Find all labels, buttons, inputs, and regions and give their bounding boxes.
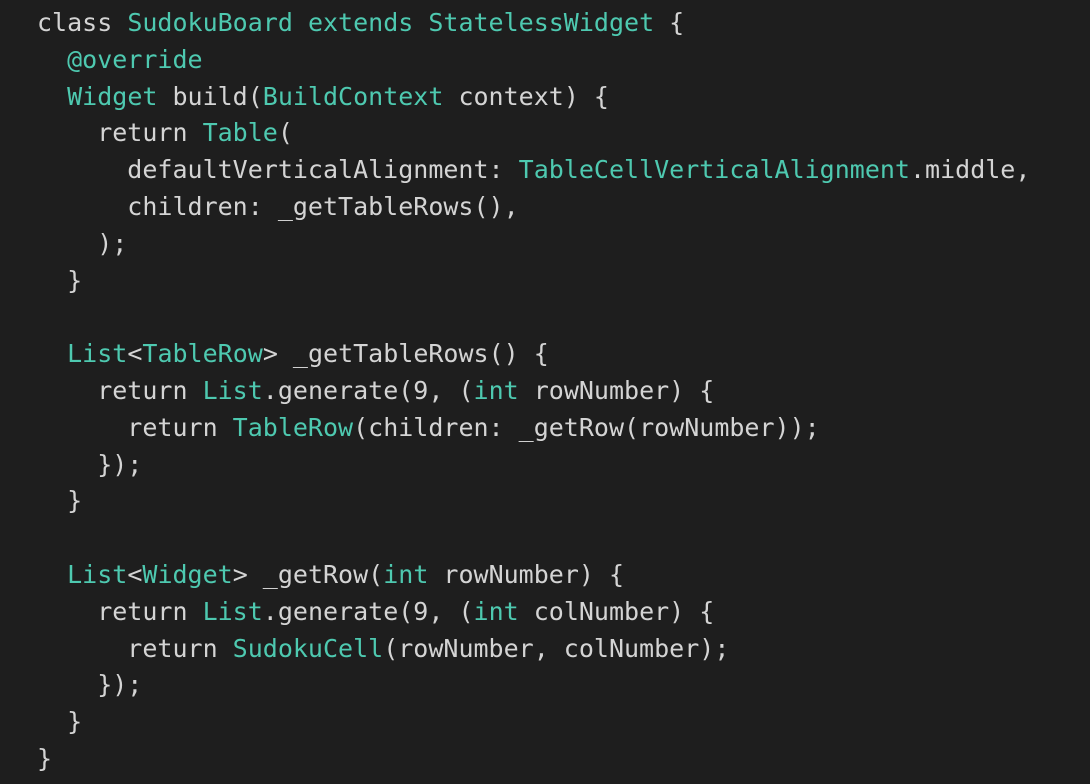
code-token: ( <box>277 118 293 148</box>
code-line: } <box>37 704 1090 741</box>
code-token: List <box>202 375 263 405</box>
code-token: return <box>37 633 233 663</box>
code-token: StatelessWidget <box>413 8 655 37</box>
code-token: return <box>37 375 203 405</box>
code-token: return <box>37 118 203 148</box>
code-token: List <box>202 596 263 626</box>
code-token: }); <box>37 449 143 479</box>
code-token: > _getRow( <box>232 559 384 589</box>
code-token: class <box>37 8 113 37</box>
code-token: { <box>654 8 685 37</box>
code-token: < <box>127 559 143 589</box>
code-token: rowNumber) { <box>428 559 625 589</box>
code-token: BuildContext <box>262 81 444 111</box>
code-token: > _getTableRows() { <box>262 339 549 369</box>
code-token: Table <box>202 118 278 148</box>
code-token: (children: _getRow(rowNumber)); <box>353 412 820 442</box>
code-token: }); <box>37 670 143 700</box>
code-token: (rowNumber, colNumber); <box>383 633 730 663</box>
code-token: rowNumber) { <box>518 375 715 405</box>
code-line: defaultVerticalAlignment: TableCellVerti… <box>37 152 1090 189</box>
code-line: } <box>37 263 1090 300</box>
code-token: extends <box>307 8 414 37</box>
code-token: Widget <box>67 81 158 111</box>
code-token: ); <box>37 228 128 258</box>
code-token: colNumber) { <box>518 596 715 626</box>
code-line: return List.generate(9, (int rowNumber) … <box>37 373 1090 410</box>
code-token: int <box>473 596 519 626</box>
code-line: }); <box>37 447 1090 484</box>
code-line: class SudokuBoard extends StatelessWidge… <box>37 5 1090 42</box>
code-line: } <box>37 483 1090 520</box>
code-token: TableRow <box>232 412 354 442</box>
code-token: context) { <box>443 81 609 111</box>
code-line: @override <box>37 42 1090 79</box>
code-token: Widget <box>142 559 233 589</box>
code-line: children: _getTableRows(), <box>37 189 1090 226</box>
code-token: TableCellVerticalAlignment <box>518 155 910 185</box>
code-token: } <box>37 743 53 773</box>
code-token: int <box>383 559 429 589</box>
code-line: Widget build(BuildContext context) { <box>37 79 1090 116</box>
code-line: return Table( <box>37 115 1090 152</box>
code-line: return SudokuCell(rowNumber, colNumber); <box>37 631 1090 668</box>
code-token: List <box>67 339 128 369</box>
code-token: children: _getTableRows(), <box>37 191 519 221</box>
code-token: < <box>127 339 143 369</box>
code-line: }); <box>37 667 1090 704</box>
code-line: return List.generate(9, (int colNumber) … <box>37 594 1090 631</box>
code-token: return <box>37 412 233 442</box>
code-line: } <box>37 741 1090 778</box>
code-token: return <box>37 596 203 626</box>
code-line: List<Widget> _getRow(int rowNumber) { <box>37 557 1090 594</box>
code-lines: class SudokuBoard extends StatelessWidge… <box>37 5 1090 778</box>
code-token: } <box>37 265 83 295</box>
code-line: ); <box>37 226 1090 263</box>
code-token: @override <box>67 44 203 74</box>
code-token: } <box>37 707 83 737</box>
code-token: TableRow <box>142 339 263 369</box>
code-token: int <box>473 375 519 405</box>
code-token: defaultVerticalAlignment: <box>37 155 519 185</box>
code-token: .generate(9, ( <box>262 596 474 626</box>
code-token: List <box>67 559 128 589</box>
code-token: .middle, <box>909 155 1031 185</box>
code-line: return TableRow(children: _getRow(rowNum… <box>37 410 1090 447</box>
code-line: List<TableRow> _getTableRows() { <box>37 336 1090 373</box>
code-token: } <box>37 486 83 516</box>
code-token: build( <box>157 81 263 111</box>
code-editor[interactable]: class SudokuBoard extends StatelessWidge… <box>0 0 1090 784</box>
code-token: SudokuCell <box>232 633 384 663</box>
code-token: .generate(9, ( <box>262 375 474 405</box>
code-token: SudokuBoard <box>112 8 308 37</box>
